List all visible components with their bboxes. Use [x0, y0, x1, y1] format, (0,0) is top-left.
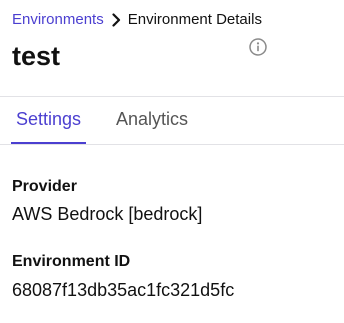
- tab-analytics[interactable]: Analytics: [116, 97, 188, 144]
- breadcrumb: Environments Environment Details: [12, 11, 262, 28]
- breadcrumb-environments-link[interactable]: Environments: [12, 11, 104, 28]
- tab-analytics-label: Analytics: [116, 109, 189, 129]
- page-title: test: [12, 41, 61, 71]
- environment-id-label: Environment ID: [12, 253, 131, 270]
- info-icon[interactable]: [248, 37, 268, 57]
- environment-id-value: 68087f13db35ac1fc321d5fc: [12, 280, 235, 300]
- tab-settings[interactable]: Settings: [11, 97, 87, 144]
- tabs-divider: [0, 144, 344, 145]
- tab-settings-label: Settings: [16, 109, 82, 129]
- tab-bar: Settings Analytics: [0, 97, 344, 144]
- breadcrumb-current: Environment Details: [127, 11, 262, 28]
- provider-label: Provider: [12, 178, 77, 195]
- chevron-right-icon: [112, 12, 121, 27]
- environment-details-page: Environments Environment Details test Se…: [0, 0, 344, 323]
- provider-value: AWS Bedrock [bedrock]: [12, 204, 203, 224]
